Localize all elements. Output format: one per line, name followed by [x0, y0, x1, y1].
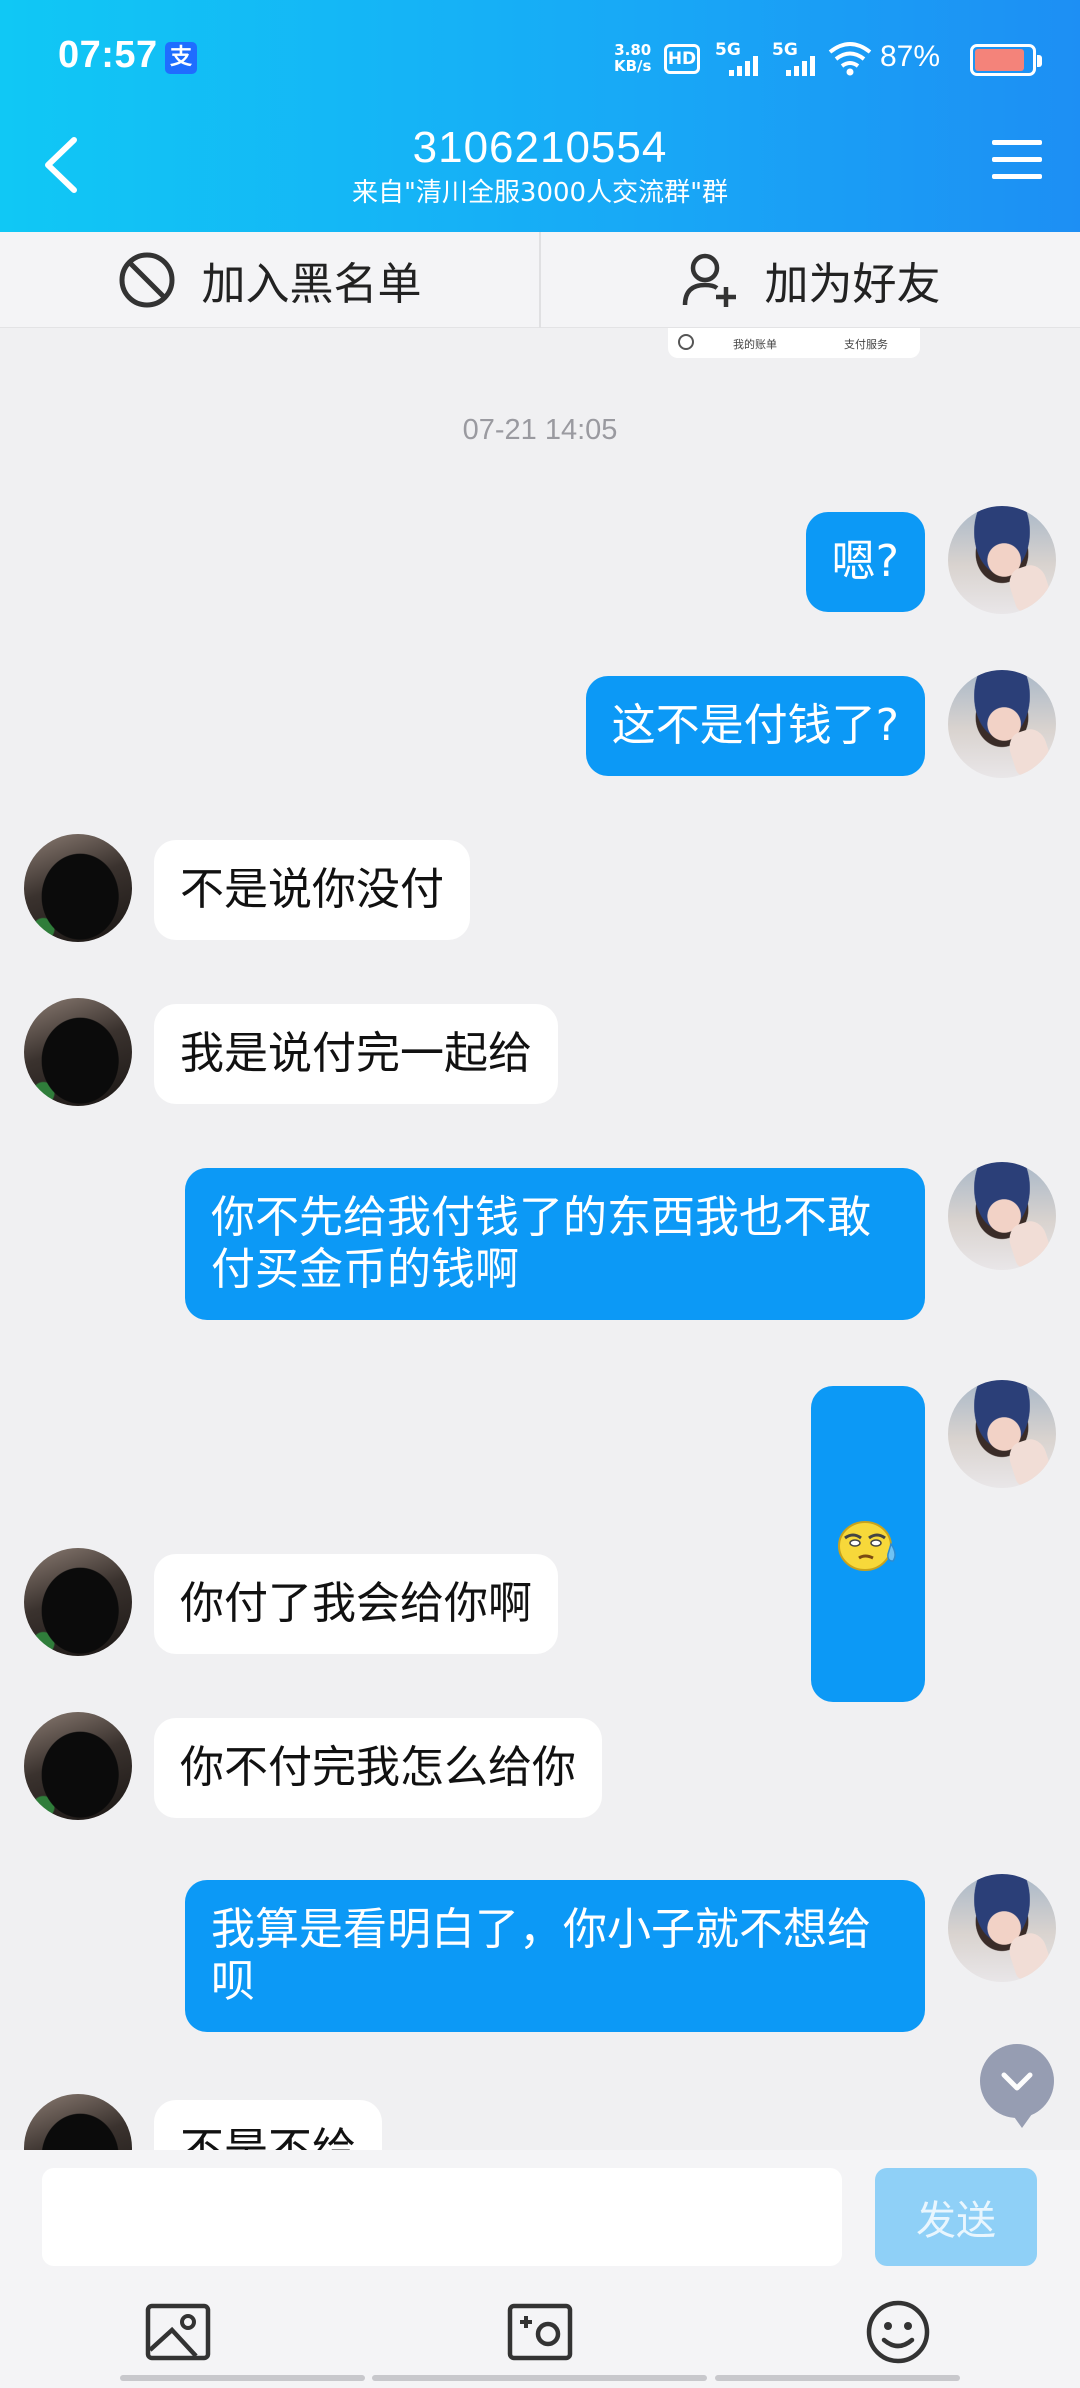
avatar[interactable] [24, 1712, 132, 1820]
message-bubble-other[interactable]: 我是说付完一起给 [154, 1004, 558, 1104]
add-user-icon [682, 253, 736, 307]
hamburger-menu-icon[interactable] [992, 140, 1042, 186]
avatar[interactable] [948, 1380, 1056, 1488]
add-friend-button[interactable]: 加为好友 [541, 232, 1080, 328]
send-button[interactable]: 发送 [875, 2168, 1037, 2266]
sweat-emoji-icon [838, 1521, 896, 1571]
network-speed: 3.80 KB/s [614, 42, 651, 74]
message-bubble-self[interactable]: 我算是看明白了，你小子就不想给 呗 [185, 1880, 925, 2032]
stranger-action-bar: 加入黑名单 加为好友 [0, 232, 1080, 328]
photo-icon[interactable] [138, 2292, 218, 2372]
message-bubble-other[interactable]: 不是不给 [154, 2100, 382, 2150]
chat-header: 07:57 支 3.80 KB/s HD 5G 5G 87% 310621055… [0, 0, 1080, 232]
add-to-blacklist-button[interactable]: 加入黑名单 [0, 232, 539, 328]
chevron-down-icon [1001, 2072, 1033, 2091]
hd-voice-icon: HD [664, 44, 700, 74]
nav-gesture-bar [715, 2375, 960, 2381]
conversation-subtitle: 来自"清川全服3000人交流群"群 [351, 178, 729, 208]
conversation-title: 3106210554 [412, 123, 668, 172]
message-list[interactable]: 07-21 14:05 嗯? 这不是付钱了? 不是说你没付 我是说付完一起给 你… [0, 328, 1080, 2150]
message-timestamp: 07-21 14:05 [462, 414, 618, 446]
avatar[interactable] [24, 834, 132, 942]
avatar[interactable] [24, 2094, 132, 2150]
battery-icon [970, 44, 1042, 76]
add-friend-label: 加为好友 [764, 259, 941, 310]
message-bubble-other[interactable]: 你不付完我怎么给你 [154, 1718, 602, 1818]
message-bubble-self[interactable]: 嗯? [805, 512, 925, 612]
wifi-icon [828, 42, 872, 76]
message-bubble-self[interactable] [811, 1386, 925, 1702]
network-speed-value: 3.80 [614, 41, 652, 59]
signal-sim1-icon: 5G [715, 40, 759, 76]
message-bubble-other[interactable]: 你付了我会给你啊 [154, 1554, 558, 1654]
alipay-notification-icon: 支 [165, 42, 197, 74]
message-bubble-other[interactable]: 不是说你没付 [154, 840, 470, 940]
add-to-blacklist-label: 加入黑名单 [201, 259, 422, 310]
avatar[interactable] [948, 1162, 1056, 1270]
network-speed-unit: KB/s [614, 57, 652, 75]
battery-fill [975, 49, 1024, 71]
smiley-icon[interactable] [858, 2292, 938, 2372]
avatar[interactable] [948, 1874, 1056, 1982]
message-composer: 发送 [0, 2150, 1080, 2388]
conversation-title-block: 3106210554 来自"清川全服3000人交流群"群 [0, 120, 1080, 210]
signal-sim2-icon: 5G [772, 40, 816, 76]
avatar[interactable] [24, 1548, 132, 1656]
message-bubble-self[interactable]: 这不是付钱了? [585, 676, 925, 776]
block-icon [119, 252, 174, 308]
status-time: 07:57 [58, 34, 158, 76]
nav-gesture-bar [372, 2375, 707, 2381]
scroll-to-bottom-button[interactable] [980, 2044, 1054, 2128]
avatar[interactable] [24, 998, 132, 1106]
nav-gesture-bar [120, 2375, 365, 2381]
battery-percent: 87% [880, 40, 941, 73]
message-bubble-self[interactable]: 你不先给我付钱了的东西我也不敢 付买金币的钱啊 [185, 1168, 925, 1320]
avatar[interactable] [948, 506, 1056, 614]
camera-icon[interactable] [500, 2292, 580, 2372]
avatar[interactable] [948, 670, 1056, 778]
status-bar: 07:57 支 3.80 KB/s HD 5G 5G 87% [0, 0, 1080, 118]
message-input[interactable] [42, 2168, 842, 2266]
